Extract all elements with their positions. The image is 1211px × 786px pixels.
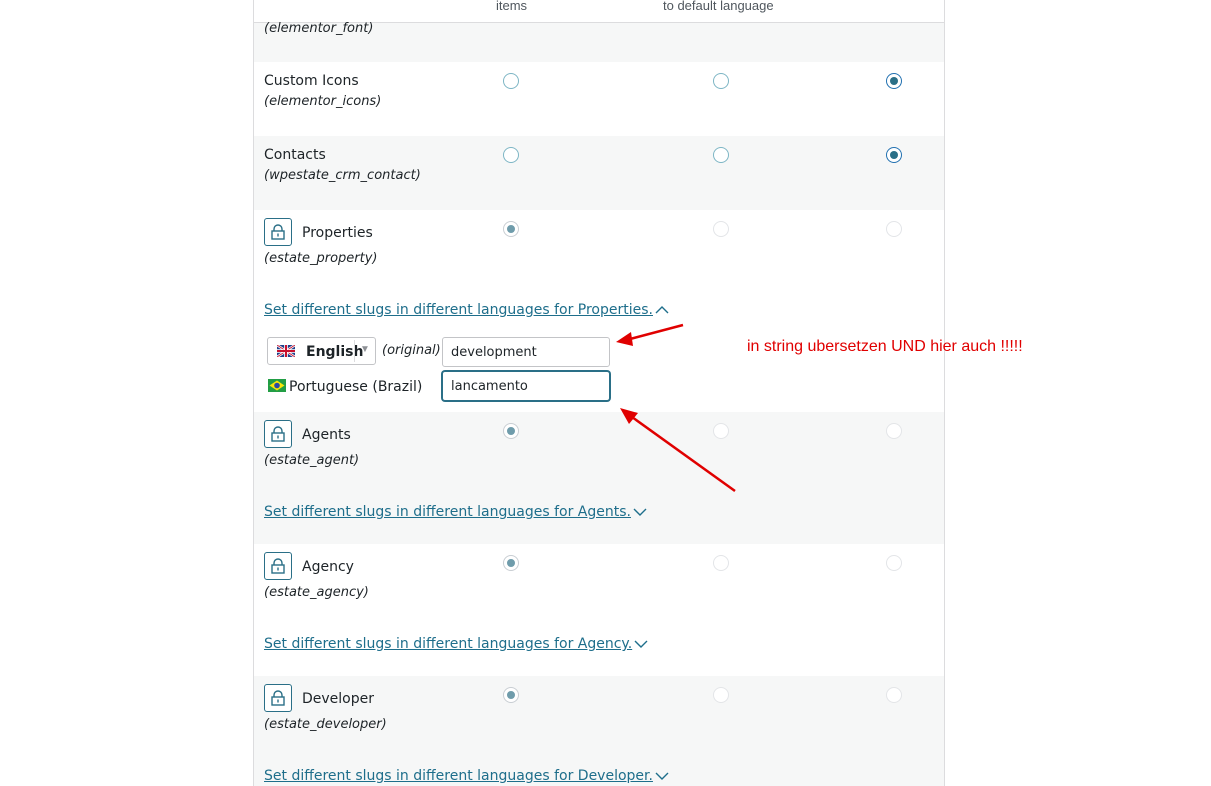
annotation-arrows — [616, 323, 736, 493]
arrow-to-translated-input — [631, 415, 736, 493]
arrow-to-original-input — [629, 323, 684, 341]
arrowhead-translated — [620, 408, 638, 424]
arrowhead-original — [616, 332, 633, 346]
